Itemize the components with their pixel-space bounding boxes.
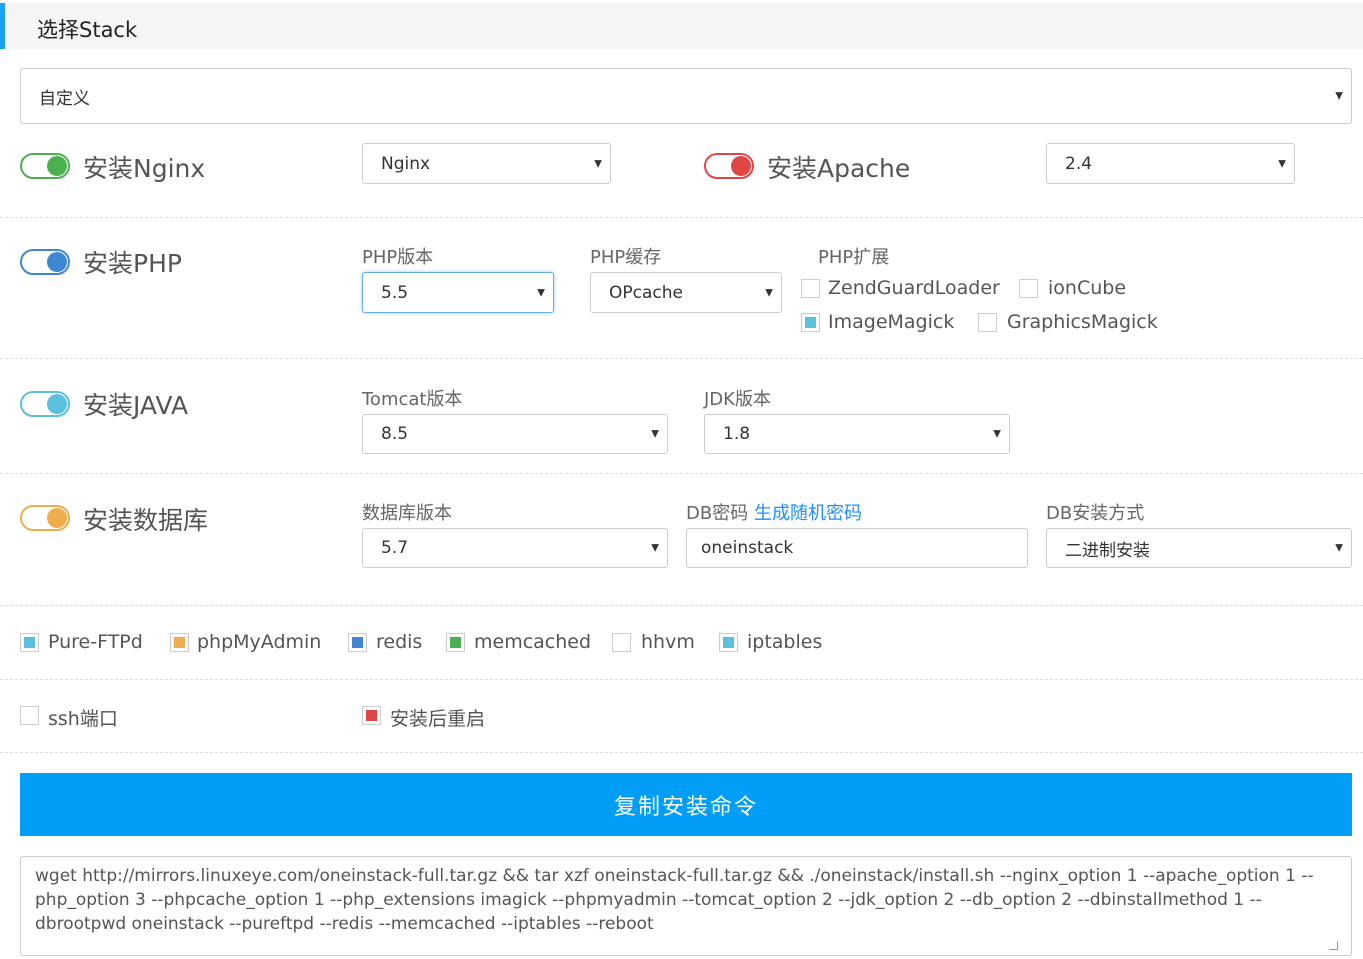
- nginx-toggle[interactable]: [20, 153, 70, 179]
- jdk-version-value: 1.8: [723, 424, 751, 444]
- option-label-memcached: memcached: [474, 631, 592, 653]
- ext-label-zendguardloader: ZendGuardLoader: [828, 277, 1000, 299]
- divider: [0, 752, 1363, 753]
- php-version-select[interactable]: 5.5 ▼: [362, 272, 554, 313]
- nginx-version-value: Nginx: [381, 153, 431, 174]
- php-version-value: 5.5: [381, 282, 409, 303]
- tomcat-version-label: Tomcat版本: [362, 389, 463, 410]
- stack-select[interactable]: 自定义 ▼: [20, 68, 1352, 124]
- ext-checkbox-ioncube[interactable]: [1019, 279, 1038, 298]
- option-label-phpmyadmin: phpMyAdmin: [197, 631, 322, 653]
- jdk-version-select[interactable]: 1.8 ▼: [704, 414, 1010, 454]
- chevron-down-icon: ▼: [1278, 158, 1286, 169]
- option-checkbox-hhvm[interactable]: [612, 633, 631, 652]
- nginx-version-select[interactable]: Nginx ▼: [362, 143, 611, 184]
- apache-toggle[interactable]: [704, 153, 754, 179]
- apache-version-select[interactable]: 2.4 ▼: [1046, 143, 1295, 184]
- section-header: [0, 3, 1363, 49]
- db-password-input[interactable]: oneinstack: [686, 528, 1028, 568]
- ext-label-imagemagick: ImageMagick: [828, 311, 955, 333]
- jdk-version-label: JDK版本: [704, 389, 771, 410]
- java-label: 安装JAVA: [83, 391, 189, 420]
- divider: [0, 358, 1363, 359]
- option-checkbox-phpmyadmin[interactable]: [170, 633, 189, 652]
- option-checkbox-redis[interactable]: [348, 633, 367, 652]
- ext-label-graphicsmagick: GraphicsMagick: [1007, 311, 1158, 333]
- db-toggle[interactable]: [20, 505, 70, 531]
- db-label: 安装数据库: [83, 506, 209, 535]
- apache-label: 安装Apache: [767, 154, 911, 183]
- php-version-label: PHP版本: [362, 247, 434, 268]
- db-password-label-text: DB密码: [686, 503, 749, 524]
- chevron-down-icon: ▼: [651, 542, 659, 554]
- divider: [0, 217, 1363, 218]
- java-toggle[interactable]: [20, 391, 70, 417]
- php-cache-select[interactable]: OPcache ▼: [590, 272, 782, 313]
- divider: [0, 473, 1363, 474]
- tomcat-version-value: 8.5: [381, 424, 409, 444]
- page-title: 选择Stack: [37, 18, 138, 42]
- ssh-port-checkbox[interactable]: [20, 706, 39, 725]
- ext-checkbox-zendguardloader[interactable]: [801, 279, 820, 298]
- stack-select-value: 自定义: [39, 88, 90, 109]
- reboot-label: 安装后重启: [390, 708, 486, 730]
- php-ext-label: PHP扩展: [818, 247, 890, 268]
- db-method-select[interactable]: 二进制安装 ▼: [1046, 528, 1352, 568]
- ext-label-ioncube: ionCube: [1048, 277, 1127, 299]
- db-password-value: oneinstack: [701, 538, 794, 558]
- apache-version-value: 2.4: [1065, 153, 1093, 174]
- tomcat-version-select[interactable]: 8.5 ▼: [362, 414, 668, 454]
- option-label-hhvm: hhvm: [641, 631, 695, 653]
- ssh-port-label: ssh端口: [48, 708, 118, 730]
- option-checkbox-pureftpd[interactable]: [20, 633, 39, 652]
- copy-command-button[interactable]: 复制安装命令: [20, 773, 1352, 836]
- chevron-down-icon: ▼: [1335, 542, 1343, 554]
- reboot-checkbox[interactable]: [362, 706, 381, 725]
- db-password-label: DB密码 生成随机密码: [686, 499, 862, 525]
- php-cache-label: PHP缓存: [590, 247, 662, 268]
- db-version-label: 数据库版本: [362, 503, 452, 524]
- db-method-label: DB安装方式: [1046, 503, 1145, 524]
- divider: [0, 679, 1363, 680]
- install-command-text: wget http://mirrors.linuxeye.com/oneinst…: [35, 866, 1314, 934]
- resize-handle-icon[interactable]: [1329, 941, 1338, 950]
- nginx-label: 安装Nginx: [83, 154, 206, 183]
- chevron-down-icon: ▼: [594, 158, 602, 169]
- option-label-pureftpd: Pure-FTPd: [48, 631, 143, 653]
- ext-checkbox-imagemagick[interactable]: [801, 313, 820, 332]
- chevron-down-icon: ▼: [765, 287, 773, 298]
- chevron-down-icon: ▼: [993, 428, 1001, 440]
- db-method-value: 二进制安装: [1065, 540, 1150, 561]
- option-label-iptables: iptables: [747, 631, 823, 653]
- php-label: 安装PHP: [83, 249, 182, 278]
- install-command-textarea[interactable]: wget http://mirrors.linuxeye.com/oneinst…: [20, 856, 1352, 956]
- divider: [0, 605, 1363, 606]
- php-toggle[interactable]: [20, 249, 70, 275]
- php-cache-value: OPcache: [609, 282, 683, 303]
- ext-checkbox-graphicsmagick[interactable]: [978, 313, 997, 332]
- db-version-value: 5.7: [381, 538, 409, 558]
- chevron-down-icon: ▼: [1335, 90, 1343, 102]
- chevron-down-icon: ▼: [537, 287, 545, 298]
- generate-password-link[interactable]: 生成随机密码: [754, 503, 862, 524]
- chevron-down-icon: ▼: [651, 428, 659, 440]
- db-version-select[interactable]: 5.7 ▼: [362, 528, 668, 568]
- option-checkbox-memcached[interactable]: [446, 633, 465, 652]
- option-label-redis: redis: [376, 631, 423, 653]
- option-checkbox-iptables[interactable]: [719, 633, 738, 652]
